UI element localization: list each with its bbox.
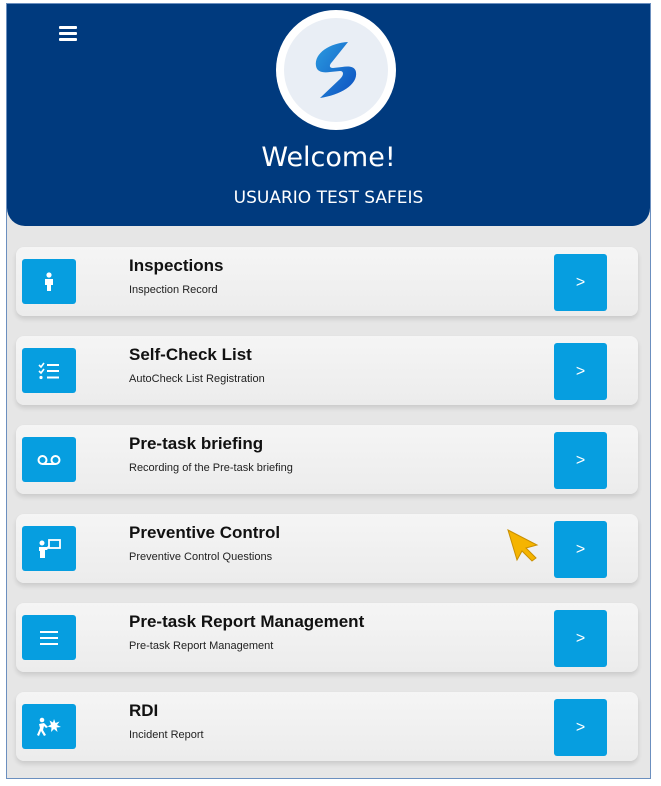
injury-icon: [22, 704, 76, 749]
username-label: USUARIO TEST SAFEIS: [233, 188, 424, 208]
menu-item-inspections[interactable]: Inspections Inspection Record >: [16, 247, 638, 316]
open-pre-task-briefing-button[interactable]: >: [554, 432, 607, 489]
item-subtitle: Recording of the Pre-task briefing: [129, 462, 293, 474]
welcome-title: Welcome!: [261, 142, 396, 173]
checklist-icon: [22, 348, 76, 393]
open-rdi-button[interactable]: >: [554, 699, 607, 756]
menu-item-self-check-list[interactable]: Self-Check List AutoCheck List Registrat…: [16, 336, 638, 405]
mouse-pointer-icon: [507, 529, 539, 562]
header: Welcome! USUARIO TEST SAFEIS: [7, 4, 650, 226]
item-subtitle: Incident Report: [129, 729, 204, 741]
open-inspections-button[interactable]: >: [554, 254, 607, 311]
item-title: Pre-task Report Management: [129, 612, 365, 631]
menu-item-pre-task-briefing[interactable]: Pre-task briefing Recording of the Pre-t…: [16, 425, 638, 494]
open-self-check-list-button[interactable]: >: [554, 343, 607, 400]
hamburger-menu-icon[interactable]: [59, 26, 77, 42]
open-preventive-control-button[interactable]: >: [554, 521, 607, 578]
logo: [276, 10, 396, 130]
open-pre-task-report-management-button[interactable]: >: [554, 610, 607, 667]
person-icon: [22, 259, 76, 304]
item-title: Inspections: [129, 256, 224, 275]
presenter-icon: [22, 526, 76, 571]
app-frame: Welcome! USUARIO TEST SAFEIS Inspections…: [6, 3, 651, 779]
item-subtitle: Pre-task Report Management: [129, 640, 274, 652]
list-icon: [22, 615, 76, 660]
menu-item-preventive-control[interactable]: Preventive Control Preventive Control Qu…: [16, 514, 638, 583]
item-subtitle: AutoCheck List Registration: [129, 373, 265, 385]
item-title: Pre-task briefing: [129, 434, 264, 453]
menu-item-pre-task-report-management[interactable]: Pre-task Report Management Pre-task Repo…: [16, 603, 638, 672]
voicemail-icon: [22, 437, 76, 482]
item-title: Preventive Control: [129, 523, 281, 542]
item-title: Self-Check List: [129, 345, 252, 364]
menu-list: Inspections Inspection Record > Self-Che…: [16, 247, 638, 778]
safeis-logo-icon: [315, 42, 357, 98]
menu-item-rdi[interactable]: RDI Incident Report >: [16, 692, 638, 761]
item-subtitle: Preventive Control Questions: [129, 551, 273, 563]
item-subtitle: Inspection Record: [129, 284, 218, 296]
item-title: RDI: [129, 701, 159, 720]
